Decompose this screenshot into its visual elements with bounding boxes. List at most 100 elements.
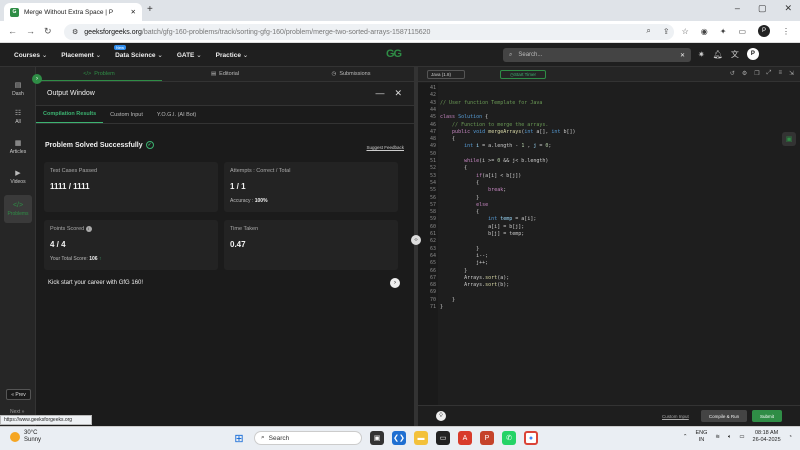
sun-icon <box>10 432 20 442</box>
theme-toggle-icon[interactable]: ✷ <box>698 50 705 59</box>
file-explorer-icon[interactable]: ▬ <box>414 431 428 445</box>
chevron-up-icon[interactable]: ⌃ <box>683 434 688 440</box>
fullscreen-icon[interactable]: ⤢ <box>767 70 772 77</box>
card-label: Points Scored <box>50 226 85 232</box>
tab-submissions[interactable]: ◷ Submissions <box>288 67 414 81</box>
dashboard-icon: ▤ <box>14 82 22 89</box>
reload-icon[interactable]: ↻ <box>44 26 52 37</box>
clear-search-icon[interactable]: ✕ <box>680 52 685 59</box>
gfg-logo[interactable]: GG <box>386 48 402 60</box>
share-icon[interactable]: ⇪ <box>663 27 670 36</box>
compile-run-button[interactable]: Compile & Run <box>701 410 747 422</box>
code-line: i--; <box>440 252 489 259</box>
notifications-icon[interactable]: 🔔︎ <box>713 50 723 59</box>
custom-input-link[interactable]: Custom Input <box>662 414 689 419</box>
windows-start-icon[interactable]: ⊞ <box>232 431 246 445</box>
sidebar-item-problems[interactable]: </> Problems <box>4 195 32 223</box>
sidebar-item-dash[interactable]: ▤ Dash <box>4 77 32 101</box>
copy-icon[interactable]: ❐ <box>754 70 759 77</box>
browser-profile-avatar[interactable]: P <box>758 25 770 37</box>
url-bar[interactable]: ⚙ geeksforgeeks.org/batch/gfg-160-proble… <box>64 24 674 40</box>
output-window-controls: — ✕ <box>375 88 402 99</box>
nav-data-science[interactable]: Data Science <box>115 51 163 59</box>
user-avatar[interactable]: P <box>746 48 759 60</box>
nav-practice[interactable]: Practice <box>216 51 249 59</box>
minimize-icon[interactable]: – <box>735 3 740 14</box>
line-number: 59 <box>429 216 436 223</box>
notification-center-icon[interactable]: ◔ <box>789 434 792 440</box>
battery-icon[interactable]: ▭ <box>739 434 744 440</box>
info-icon[interactable]: i <box>85 226 92 232</box>
chrome-icon[interactable]: ● <box>524 431 538 445</box>
back-icon[interactable]: ← <box>8 26 17 36</box>
browser-menu-icon[interactable]: ⋮ <box>782 27 790 36</box>
maximize-icon[interactable]: ▢ <box>758 3 767 14</box>
language-indicator[interactable]: ENG IN <box>695 430 707 444</box>
tab-problem[interactable]: </> Problem <box>36 67 162 81</box>
speaker-icon[interactable]: 🔈︎ <box>728 434 731 441</box>
weather-widget[interactable]: 30°C Sunny <box>10 430 41 444</box>
site-info-icon[interactable]: ⚙ <box>72 28 78 36</box>
nav-placement[interactable]: Placement <box>61 51 101 59</box>
line-number: 61 <box>429 231 436 237</box>
tab-yogi-ai-bot[interactable]: Y.O.G.I. (AI Bot) <box>150 106 203 123</box>
format-icon[interactable]: ≡ <box>778 70 782 77</box>
suggest-feedback-link[interactable]: Suggest Feedback <box>366 145 404 150</box>
line-number: 42 <box>429 92 436 99</box>
extensions-icon[interactable]: ✦ <box>720 27 727 36</box>
chevron-right-icon[interactable]: › <box>390 278 400 288</box>
sidebar-item-articles[interactable]: ▦ Articles <box>4 135 32 159</box>
task-view-icon[interactable]: ▣ <box>370 431 384 445</box>
taskbar-search[interactable]: ⌕ Search <box>254 431 362 445</box>
code-line: else <box>476 201 489 208</box>
terminal-icon[interactable]: ▭ <box>436 431 450 445</box>
zoom-icon[interactable]: ⌕ <box>646 26 650 36</box>
collapse-sidebar-icon[interactable]: › <box>32 74 42 84</box>
lightbulb-icon[interactable]: 💡︎ <box>436 411 446 421</box>
bookmark-star-icon[interactable]: ☆ <box>682 27 689 36</box>
submit-button[interactable]: Submit <box>752 410 782 422</box>
close-tab-icon[interactable]: ✕ <box>131 8 136 16</box>
search-placeholder: Search... <box>518 52 543 58</box>
minimize-icon[interactable]: — <box>375 88 384 99</box>
code-area[interactable]: 41 42 43 // User function Template for Java… <box>418 83 800 405</box>
nav-courses[interactable]: Courses <box>14 51 47 59</box>
pdf-reader-icon[interactable]: A <box>458 431 472 445</box>
start-timer-button[interactable]: ◷ Start Timer <box>500 70 546 79</box>
sidebar-item-videos[interactable]: ▶ Videos <box>4 165 32 189</box>
prev-problem-button[interactable]: « Prev <box>6 389 31 400</box>
close-window-icon[interactable]: ✕ <box>784 3 792 14</box>
reset-icon[interactable]: ↺ <box>730 70 735 77</box>
left-sidebar: ▤ Dash ☷ All ▦ Articles ▶ Videos </> Pro… <box>0 67 36 427</box>
search-icon: ⌕ <box>509 51 513 58</box>
tab-custom-input[interactable]: Custom Input <box>103 106 150 123</box>
clock[interactable]: 08:18 AM 26-04-2025 <box>753 430 781 444</box>
wifi-icon[interactable]: ≋ <box>715 434 720 440</box>
camera-icon[interactable]: ◉ <box>701 27 708 36</box>
nav-gate[interactable]: GATE <box>177 51 202 59</box>
kickstart-banner[interactable]: Kick start your career with GfG 160! <box>48 280 143 286</box>
vscode-icon[interactable]: ❮❯ <box>392 431 406 445</box>
new-tab-icon[interactable]: + <box>147 4 153 15</box>
site-search-input[interactable]: ⌕ Search... ✕ <box>503 48 691 62</box>
powerpoint-icon[interactable]: P <box>480 431 494 445</box>
code-line: // Function to merge the arrays. <box>452 121 549 128</box>
check-icon: ✓ <box>145 141 154 149</box>
code-line: if(a[i] < b[j]) <box>476 172 522 179</box>
chat-icon[interactable]: ▣ <box>782 132 796 146</box>
expand-icon[interactable]: ⇲ <box>789 70 794 77</box>
tab-compilation-results[interactable]: Compilation Results <box>36 106 104 123</box>
language-select[interactable]: Java (1.8) <box>427 70 465 79</box>
forward-icon[interactable]: → <box>26 26 35 36</box>
browser-tab[interactable]: G Merge Without Extra Space | P ✕ <box>4 3 142 21</box>
sidebar-panel-icon[interactable]: ▭ <box>738 27 746 36</box>
whatsapp-icon[interactable]: ✆ <box>502 431 516 445</box>
settings-icon[interactable]: ⚙ <box>742 70 747 77</box>
translate-icon[interactable]: 文 <box>731 49 739 60</box>
tab-editorial[interactable]: ▤ Editorial <box>162 67 288 81</box>
resize-handle-icon[interactable]: ‹› <box>411 235 421 245</box>
output-window-header: Output Window — ✕ <box>36 82 414 106</box>
sidebar-item-all[interactable]: ☷ All <box>4 105 32 129</box>
line-number: 50 <box>429 150 436 157</box>
close-icon[interactable]: ✕ <box>394 88 402 99</box>
